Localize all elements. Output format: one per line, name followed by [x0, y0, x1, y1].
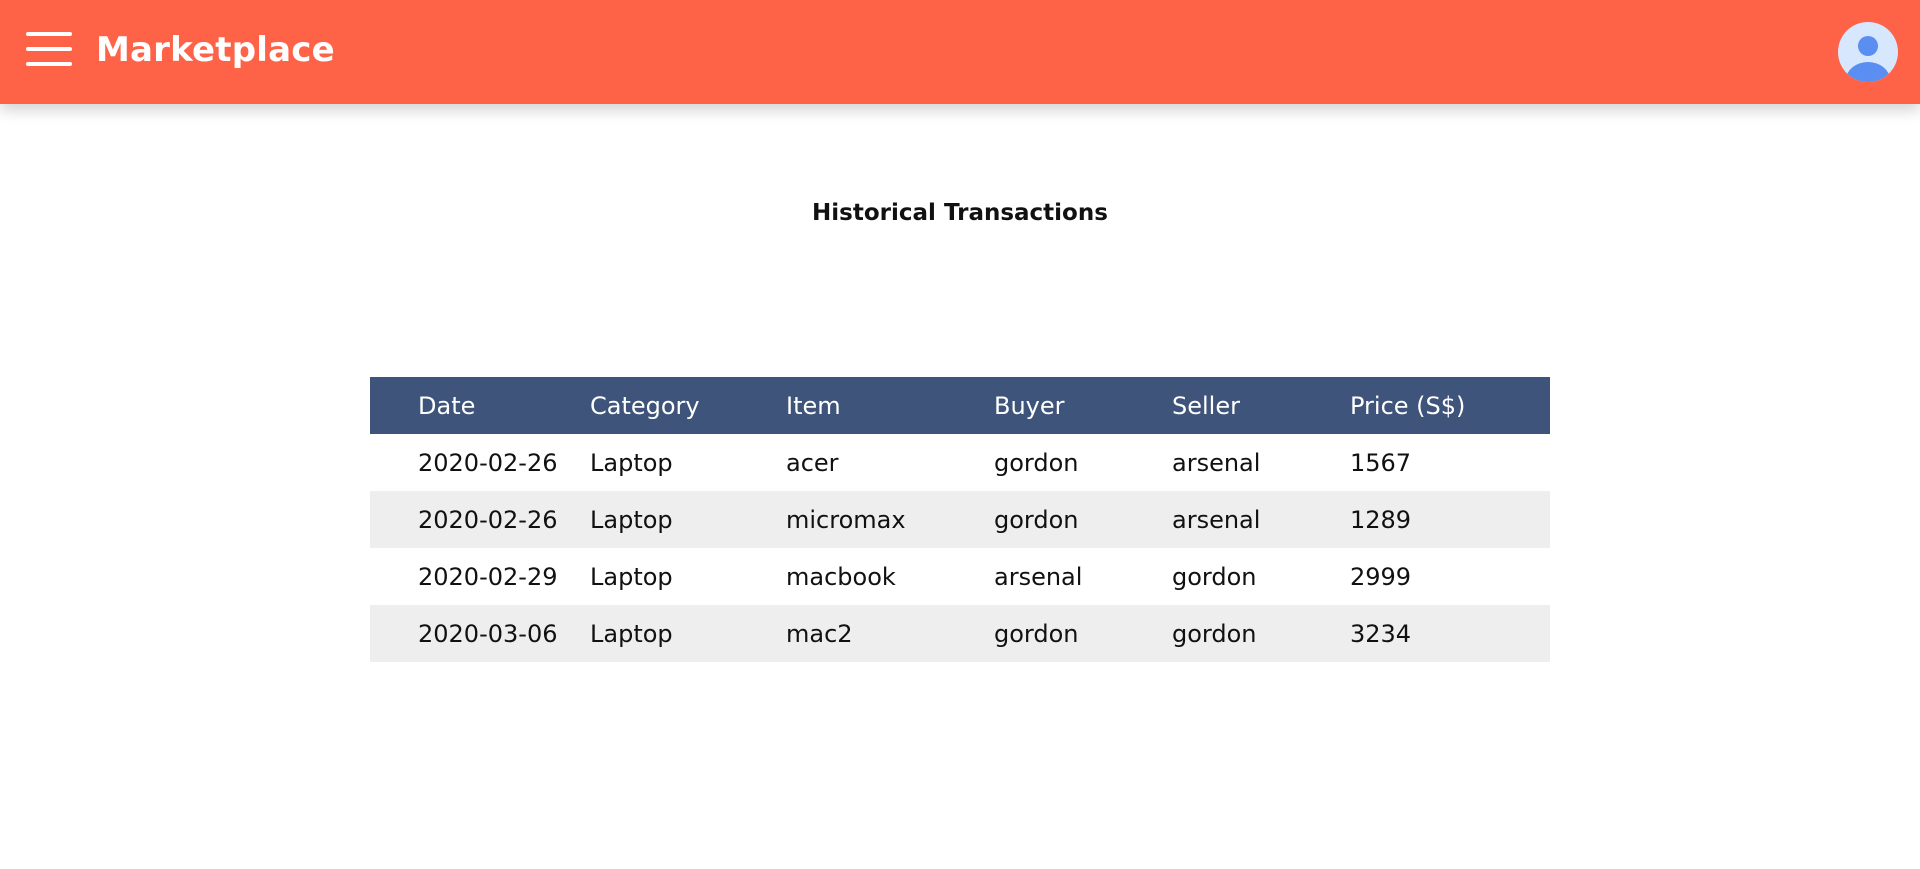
cell-seller: gordon: [1172, 619, 1257, 648]
cell-seller: arsenal: [1172, 448, 1261, 477]
column-header-category: Category: [590, 391, 700, 420]
app-title: Marketplace: [96, 30, 335, 70]
transactions-table-container: Date Category Item Buyer Seller Price (S…: [370, 377, 1550, 662]
column-header-buyer: Buyer: [994, 391, 1065, 420]
cell-buyer: arsenal: [994, 562, 1083, 591]
cell-buyer: gordon: [994, 505, 1079, 534]
cell-seller: gordon: [1172, 562, 1257, 591]
column-header-seller: Seller: [1172, 391, 1240, 420]
page-title: Historical Transactions: [812, 200, 1108, 226]
cell-date: 2020-02-29: [418, 562, 558, 591]
column-header-item: Item: [786, 391, 841, 420]
table-row: 2020-02-26 Laptop micromax gordon arsena…: [370, 491, 1550, 548]
cell-buyer: gordon: [994, 619, 1079, 648]
cell-category: Laptop: [590, 619, 673, 648]
column-header-price: Price (S$): [1350, 391, 1466, 420]
cell-item: mac2: [786, 619, 853, 648]
cell-price: 3234: [1350, 619, 1412, 648]
top-app-bar: Marketplace: [0, 0, 1920, 104]
cell-item: micromax: [786, 505, 906, 534]
cell-category: Laptop: [590, 505, 673, 534]
table-row: 2020-02-26 Laptop acer gordon arsenal 15…: [370, 434, 1550, 491]
cell-date: 2020-02-26: [418, 448, 558, 477]
cell-category: Laptop: [590, 562, 673, 591]
cell-buyer: gordon: [994, 448, 1079, 477]
cell-price: 1567: [1350, 448, 1412, 477]
transactions-table: Date Category Item Buyer Seller Price (S…: [370, 377, 1550, 662]
cell-seller: arsenal: [1172, 505, 1261, 534]
cell-date: 2020-03-06: [418, 619, 558, 648]
cell-category: Laptop: [590, 448, 673, 477]
table-header-row: Date Category Item Buyer Seller Price (S…: [370, 377, 1550, 434]
table-row: 2020-03-06 Laptop mac2 gordon gordon 323…: [370, 605, 1550, 662]
cell-date: 2020-02-26: [418, 505, 558, 534]
user-avatar-icon[interactable]: [1838, 22, 1898, 82]
table-row: 2020-02-29 Laptop macbook arsenal gordon…: [370, 548, 1550, 605]
cell-item: macbook: [786, 562, 896, 591]
cell-price: 2999: [1350, 562, 1412, 591]
hamburger-menu-icon[interactable]: [26, 32, 72, 66]
cell-price: 1289: [1350, 505, 1412, 534]
cell-item: acer: [786, 448, 839, 477]
column-header-date: Date: [418, 391, 476, 420]
